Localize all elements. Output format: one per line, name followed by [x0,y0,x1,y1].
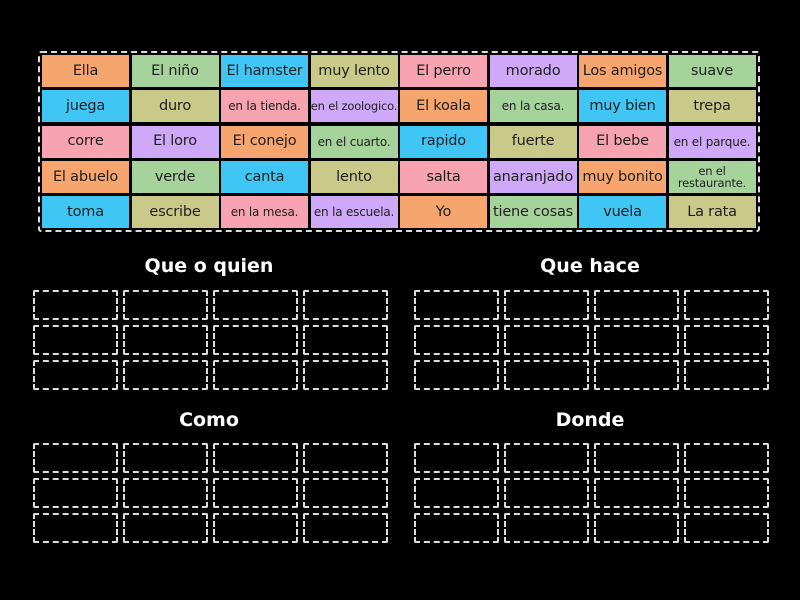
word-tile[interactable]: El hamster [221,55,308,87]
drop-slot-que-hace[interactable] [594,325,679,355]
word-tile[interactable]: juega [42,90,129,123]
word-tile[interactable]: El abuelo [42,160,129,193]
word-tile[interactable]: El perro [400,55,487,87]
group-title-como: Como [179,409,239,431]
drop-slot-que-o-quien[interactable] [123,325,208,355]
word-tile[interactable]: El bebe [579,125,666,158]
word-tile[interactable]: suave [668,55,756,87]
drop-slot-como[interactable] [123,478,208,508]
drop-slot-que-hace[interactable] [414,325,499,355]
word-tile[interactable]: canta [221,160,308,193]
drop-slot-que-hace[interactable] [504,290,589,320]
drop-slot-donde[interactable] [414,443,499,473]
drop-slot-que-hace[interactable] [684,325,769,355]
drop-slot-donde[interactable] [684,478,769,508]
drop-slot-que-o-quien[interactable] [303,290,388,320]
drop-slot-que-hace[interactable] [684,360,769,390]
word-tile[interactable]: El conejo [221,125,308,158]
word-tile[interactable]: en la tienda. [221,90,308,123]
word-tile[interactable]: salta [400,160,487,193]
word-tile[interactable]: escribe [131,196,219,229]
word-tile[interactable]: rapido [400,125,487,158]
word-tile[interactable]: trepa [668,90,756,123]
drop-slot-que-hace[interactable] [414,290,499,320]
drop-slot-que-hace[interactable] [504,360,589,390]
drop-slot-donde[interactable] [684,443,769,473]
drop-slot-que-o-quien[interactable] [33,290,118,320]
group-title-que-hace: Que hace [540,255,640,277]
word-tile[interactable]: Ella [42,55,129,87]
drop-slot-que-o-quien[interactable] [33,325,118,355]
drop-slot-que-o-quien[interactable] [123,360,208,390]
word-tile[interactable]: en la escuela. [310,196,398,229]
drop-slot-como[interactable] [303,513,388,543]
word-tile[interactable]: muy bonito [579,160,666,193]
drop-slot-como[interactable] [123,513,208,543]
word-tile[interactable]: verde [131,160,219,193]
drop-slot-como[interactable] [123,443,208,473]
drop-slot-que-hace[interactable] [684,290,769,320]
word-tile[interactable]: en el cuarto. [310,125,398,158]
drop-slot-donde[interactable] [594,513,679,543]
word-tile[interactable]: Yo [400,196,487,229]
drop-slot-que-o-quien[interactable] [303,325,388,355]
drop-slot-que-o-quien[interactable] [123,290,208,320]
word-tile[interactable]: duro [131,90,219,123]
word-tile[interactable]: La rata [668,196,756,229]
drop-slot-que-o-quien[interactable] [213,290,298,320]
word-tile[interactable]: en la casa. [489,90,577,123]
word-tile[interactable]: corre [42,125,129,158]
word-tile[interactable]: anaranjado [489,160,577,193]
drop-slot-donde[interactable] [504,513,589,543]
word-tile[interactable]: El loro [131,125,219,158]
word-tile[interactable]: toma [42,196,129,229]
drop-slot-que-hace[interactable] [594,290,679,320]
word-tile[interactable]: muy bien [579,90,666,123]
word-tile[interactable]: en el parque. [668,125,756,158]
word-tile[interactable]: fuerte [489,125,577,158]
drop-slot-donde[interactable] [414,478,499,508]
drop-slot-que-hace[interactable] [504,325,589,355]
drop-slot-como[interactable] [33,443,118,473]
word-tile[interactable]: morado [489,55,577,87]
group-title-donde: Donde [555,409,625,431]
word-tile[interactable]: El koala [400,90,487,123]
drop-slot-donde[interactable] [504,443,589,473]
group-title-que-o-quien: Que o quien [144,255,274,277]
word-tile[interactable]: tiene cosas [489,196,577,229]
word-tile[interactable]: vuela [579,196,666,229]
word-tile[interactable]: El niño [131,55,219,87]
drop-slot-donde[interactable] [684,513,769,543]
word-tile[interactable]: muy lento [310,55,398,87]
drop-slot-que-hace[interactable] [414,360,499,390]
drop-slot-como[interactable] [303,478,388,508]
word-tile[interactable]: en la mesa. [221,196,308,229]
drop-slot-donde[interactable] [414,513,499,543]
word-tile[interactable]: en el zoologico. [310,90,398,123]
word-tile[interactable]: en el restaurante. [668,160,756,193]
drop-slot-donde[interactable] [594,478,679,508]
drop-slot-como[interactable] [213,513,298,543]
word-tile[interactable]: Los amigos [579,55,666,87]
drop-slot-como[interactable] [213,443,298,473]
drop-slot-que-o-quien[interactable] [213,325,298,355]
drop-slot-que-o-quien[interactable] [33,360,118,390]
drop-slot-como[interactable] [213,478,298,508]
drop-slot-como[interactable] [33,478,118,508]
drop-slot-que-o-quien[interactable] [213,360,298,390]
drop-slot-como[interactable] [33,513,118,543]
drop-slot-donde[interactable] [594,443,679,473]
drop-slot-que-o-quien[interactable] [303,360,388,390]
drop-slot-que-hace[interactable] [594,360,679,390]
drop-slot-como[interactable] [303,443,388,473]
word-tile[interactable]: lento [310,160,398,193]
drop-slot-donde[interactable] [504,478,589,508]
